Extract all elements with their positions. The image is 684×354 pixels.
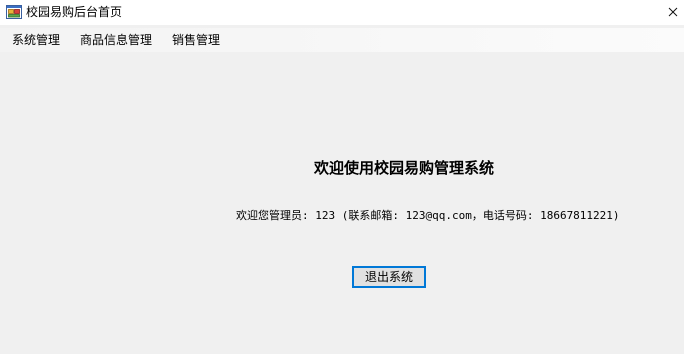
close-button[interactable]: [660, 0, 684, 25]
close-icon: [668, 7, 678, 17]
window-title: 校园易购后台首页: [26, 5, 123, 19]
menu-bar: 系统管理 商品信息管理 销售管理: [0, 28, 684, 52]
admin-welcome-text: 欢迎您管理员: 123 (联系邮箱: 123@qq.com，电话号码: 1866…: [236, 209, 620, 222]
windows-form-icon[interactable]: [6, 4, 22, 20]
menu-item-product-info-management[interactable]: 商品信息管理: [70, 28, 162, 52]
exit-system-button[interactable]: 退出系统: [352, 266, 426, 288]
page-heading: 欢迎使用校园易购管理系统: [313, 159, 494, 177]
menu-item-system-management[interactable]: 系统管理: [0, 28, 70, 52]
title-bar[interactable]: 校园易购后台首页: [0, 0, 684, 25]
menu-item-sales-management[interactable]: 销售管理: [162, 28, 230, 52]
app-window: 校园易购后台首页 系统管理 商品信息管理 销售管理 欢迎使用校园易购管理系统 欢…: [0, 0, 684, 354]
